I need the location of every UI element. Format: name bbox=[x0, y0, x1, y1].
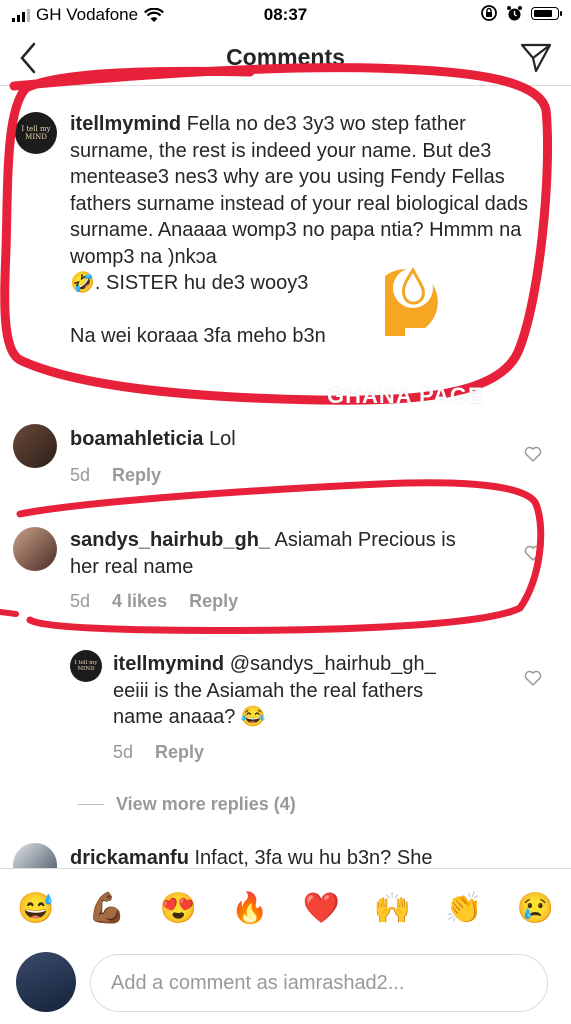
emoji-red-heart-button[interactable]: ❤️ bbox=[303, 894, 340, 924]
comment-input-row bbox=[0, 948, 571, 1024]
emoji-heart-eyes-button[interactable]: 😍 bbox=[160, 894, 197, 924]
comment-meta: 5d 4 likes Reply bbox=[70, 591, 238, 612]
likes-count[interactable]: 4 likes bbox=[112, 591, 167, 612]
comment-time: 5d bbox=[70, 591, 91, 611]
view-more-replies-button[interactable]: View more replies (4) bbox=[78, 794, 296, 815]
comment-body-line2: eeiii is the Asiamah the real fathers bbox=[113, 679, 424, 702]
emoji-raised-hands-button[interactable]: 🙌 bbox=[374, 894, 411, 924]
avatar[interactable]: I tell my MIND bbox=[70, 650, 102, 682]
like-heart-icon[interactable] bbox=[524, 544, 542, 562]
battery-icon bbox=[531, 6, 562, 20]
view-more-replies-label: View more replies (4) bbox=[116, 794, 296, 814]
comment-body: Infact, 3fa wu hu b3n? She bbox=[194, 847, 433, 868]
emoji-crying-button[interactable]: 😢 bbox=[517, 894, 554, 924]
like-heart-icon[interactable] bbox=[524, 669, 542, 687]
status-right bbox=[480, 4, 562, 22]
avatar[interactable] bbox=[13, 843, 57, 868]
like-heart-icon[interactable] bbox=[524, 445, 542, 463]
comment-input[interactable] bbox=[90, 954, 548, 1012]
watermark-text: GHANA PAGE bbox=[327, 383, 484, 408]
comment-meta: 5d Reply bbox=[113, 742, 204, 763]
reply-button[interactable]: Reply bbox=[189, 591, 238, 612]
mention-link[interactable]: @sandys_hairhub_gh_ bbox=[230, 653, 436, 675]
comment-body-line2: her real name bbox=[70, 555, 194, 578]
comment-body: Fella no de3 3y3 wo step father surname,… bbox=[70, 113, 529, 268]
comment-username[interactable]: itellmymind bbox=[70, 113, 181, 135]
comment-meta: 5d Reply bbox=[70, 465, 161, 486]
status-bar: GH Vodafone 08:37 bbox=[0, 0, 571, 30]
comment-text: boamahleticia Lol bbox=[70, 426, 510, 453]
comment-body: Lol bbox=[208, 428, 236, 450]
comment-text: itellmymind Fella no de3 3y3 wo step fat… bbox=[70, 111, 540, 350]
comment-emoji: 🤣 bbox=[70, 272, 95, 294]
emoji-clapping-button[interactable]: 👏 bbox=[445, 894, 482, 924]
avatar-logo-text: I tell my MIND bbox=[74, 660, 98, 672]
emoji-quick-bar: 😅 💪🏾 😍 🔥 ❤️ 🙌 👏 😢 bbox=[0, 868, 571, 949]
comment-body-line3: name anaaa? bbox=[113, 706, 236, 728]
comment-emoji: 😂 bbox=[240, 706, 266, 728]
comment-username[interactable]: itellmymind bbox=[113, 653, 224, 675]
comment-body-line3: Na wei koraaa 3fa meho b3n bbox=[70, 325, 326, 347]
reply-button[interactable]: Reply bbox=[155, 742, 204, 763]
comment-body: Asiamah Precious is bbox=[274, 529, 456, 551]
divider bbox=[78, 804, 104, 805]
header: Comments bbox=[0, 30, 571, 86]
emoji-flexed-biceps-button[interactable]: 💪🏾 bbox=[88, 894, 125, 924]
send-icon[interactable] bbox=[519, 40, 553, 74]
comment-text: itellmymind @sandys_hairhub_gh_ eeiii is… bbox=[113, 651, 513, 731]
comment-username[interactable]: sandys_hairhub_gh_ bbox=[70, 529, 270, 551]
comment-username[interactable]: boamahleticia bbox=[70, 428, 203, 450]
avatar-logo-text: I tell my MIND bbox=[21, 125, 51, 141]
rotation-lock-icon bbox=[481, 5, 497, 21]
avatar[interactable] bbox=[13, 424, 57, 468]
emoji-fire-button[interactable]: 🔥 bbox=[231, 894, 268, 924]
comment-text: sandys_hairhub_gh_ Asiamah Precious is h… bbox=[70, 527, 510, 580]
reply-button[interactable]: Reply bbox=[112, 465, 161, 486]
avatar[interactable] bbox=[16, 952, 76, 1012]
comment-time: 5d bbox=[70, 465, 91, 485]
comment-text: drickamanfu Infact, 3fa wu hu b3n? She bbox=[70, 845, 510, 868]
alarm-icon bbox=[507, 5, 522, 20]
avatar[interactable] bbox=[13, 527, 57, 571]
comment-username[interactable]: drickamanfu bbox=[70, 847, 189, 868]
comment-time: 5d bbox=[113, 742, 134, 762]
comment-body-line2: . SISTER hu de3 wooy3 bbox=[94, 272, 309, 294]
emoji-sweat-smile-button[interactable]: 😅 bbox=[17, 894, 54, 924]
avatar[interactable]: I tell my MIND bbox=[15, 112, 57, 154]
page-title: Comments bbox=[226, 44, 345, 70]
